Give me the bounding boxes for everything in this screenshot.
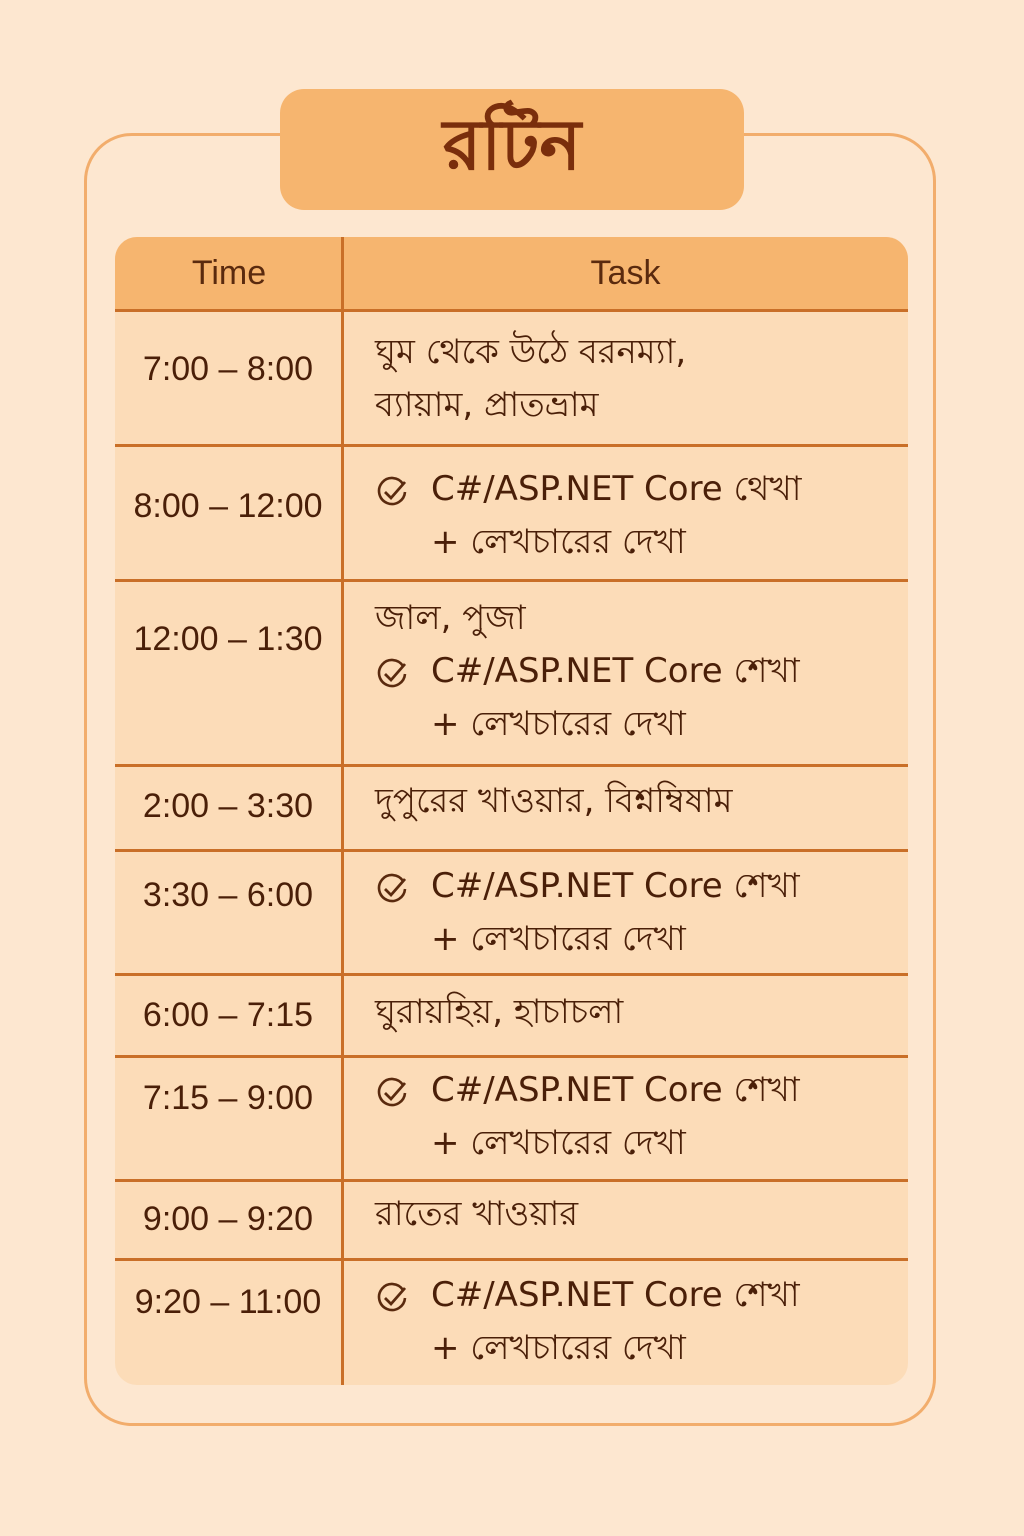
row-task: রাতের খাওয়ার — [375, 1188, 888, 1241]
row-time: 2:00 – 3:30 — [142, 787, 314, 825]
task-check-line: C#/ASP.NET Core থেখা — [375, 463, 888, 516]
task-sub-text: + লেখচারের দেখা — [431, 1328, 686, 1368]
check-circle-icon — [377, 1282, 407, 1312]
table-row: 2:00 – 3:30 দুপুরের খাওয়ার, বিশ্নম্বিষা… — [115, 764, 908, 850]
header-time: Time — [191, 254, 267, 292]
task-check-line: C#/ASP.NET Core শেখা — [375, 860, 888, 913]
task-sub-text: + লেখচারের দেখা — [431, 522, 686, 562]
row-task: দুপুরের খাওয়ার, বিশ্নম্বিষাম — [375, 775, 888, 828]
task-check-line: C#/ASP.NET Core শেখা — [375, 645, 888, 698]
task-line: ঘুম থেকে উঠে বরনম্যা, — [375, 332, 687, 372]
table-row: 9:00 – 9:20 রাতের খাওয়ার — [115, 1179, 908, 1259]
table-row: 8:00 – 12:00 C#/ASP.NET Core থেখা + লেখচ… — [115, 444, 908, 580]
task-sub-text: + লেখচারের দেখা — [431, 704, 686, 744]
row-time: 9:00 – 9:20 — [142, 1200, 314, 1238]
row-task: C#/ASP.NET Core থেখা + লেখচারের দেখা — [375, 463, 888, 569]
task-text: C#/ASP.NET Core শেখা — [431, 866, 800, 906]
row-time: 3:30 – 6:00 — [142, 876, 314, 914]
check-circle-icon — [377, 658, 407, 688]
task-check-line: C#/ASP.NET Core শেখা — [375, 1269, 888, 1322]
page-title: রটিন — [280, 89, 744, 210]
row-time: 7:15 – 9:00 — [142, 1079, 314, 1117]
task-text: C#/ASP.NET Core শেখা — [431, 1275, 800, 1315]
table-row: 6:00 – 7:15 ঘুরায়হিয়, হাচাচলা — [115, 973, 908, 1056]
routine-table: Time Task 7:00 – 8:00 ঘুম থেকে উঠে বরনম্… — [115, 237, 908, 1385]
task-sub-text: + লেখচারের দেখা — [431, 919, 686, 959]
row-task: ঘুম থেকে উঠে বরনম্যা, ব্যায়াম, প্রাতভ্র… — [375, 326, 888, 432]
row-task: C#/ASP.NET Core শেখা + লেখচারের দেখা — [375, 1064, 888, 1170]
column-divider — [341, 237, 344, 1385]
row-task: C#/ASP.NET Core শেখা + লেখচারের দেখা — [375, 860, 888, 966]
row-time: 9:20 – 11:00 — [134, 1283, 322, 1321]
task-sub-text: + লেখচারের দেখা — [431, 1123, 686, 1163]
check-circle-icon — [377, 1077, 407, 1107]
task-line: জাল, পুজা — [375, 598, 526, 638]
table-row: 9:20 – 11:00 C#/ASP.NET Core শেখা + লেখচ… — [115, 1258, 908, 1385]
table-row: 7:15 – 9:00 C#/ASP.NET Core শেখা + লেখচা… — [115, 1055, 908, 1180]
header-task: Task — [590, 254, 661, 292]
table-row: 12:00 – 1:30 জাল, পুজা C#/ASP.NET Core শ… — [115, 579, 908, 765]
task-line: ঘুরায়হিয়, হাচাচলা — [375, 992, 624, 1032]
task-text: C#/ASP.NET Core শেখা — [431, 1070, 800, 1110]
row-task: জাল, পুজা C#/ASP.NET Core শেখা + লেখচারে… — [375, 592, 888, 751]
check-circle-icon — [377, 476, 407, 506]
table-header: Time Task — [115, 237, 908, 310]
check-circle-icon — [377, 873, 407, 903]
task-line: রাতের খাওয়ার — [375, 1194, 579, 1234]
row-task: C#/ASP.NET Core শেখা + লেখচারের দেখা — [375, 1269, 888, 1375]
row-time: 8:00 – 12:00 — [133, 487, 323, 525]
row-time: 6:00 – 7:15 — [142, 996, 314, 1034]
task-line: ব্যায়াম, প্রাতভ্রাম — [375, 385, 599, 425]
table-row: 7:00 – 8:00 ঘুম থেকে উঠে বরনম্যা, ব্যায়… — [115, 309, 908, 445]
row-time: 7:00 – 8:00 — [142, 350, 314, 388]
row-time: 12:00 – 1:30 — [133, 620, 323, 658]
table-row: 3:30 – 6:00 C#/ASP.NET Core শেখা + লেখচা… — [115, 849, 908, 974]
task-text: C#/ASP.NET Core থেখা — [431, 469, 802, 509]
task-text: C#/ASP.NET Core শেখা — [431, 651, 800, 691]
row-task: ঘুরায়হিয়, হাচাচলা — [375, 986, 888, 1039]
task-line: দুপুরের খাওয়ার, বিশ্নম্বিষাম — [375, 781, 733, 821]
task-check-line: C#/ASP.NET Core শেখা — [375, 1064, 888, 1117]
